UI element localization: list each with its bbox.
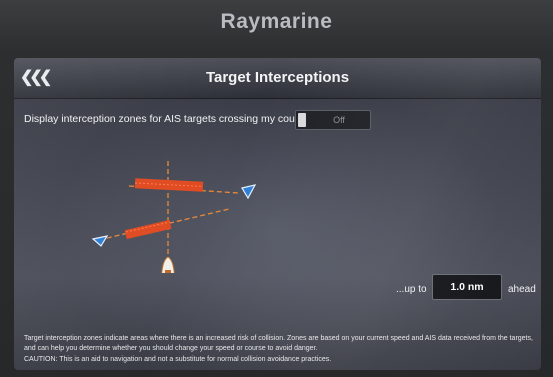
info-text: Target interception zones indicate areas…: [24, 335, 533, 352]
toggle-state: Off: [333, 115, 345, 125]
range-prefix-label: ...up to: [396, 284, 427, 295]
title-bar: ❮❮❮ Target Interceptions: [14, 58, 541, 99]
page-title: Target Interceptions: [205, 69, 350, 86]
ais-target-icon: [91, 235, 109, 247]
interception-zones-label: Display interception zones for AIS targe…: [24, 113, 310, 125]
range-value-input[interactable]: 1.0 nm: [432, 274, 502, 300]
interception-diagram: [91, 161, 257, 273]
toggle-knob: [298, 113, 306, 127]
display-screen: ❮❮❮ Target Interceptions Display interce…: [14, 58, 541, 370]
interception-zone: [134, 178, 204, 192]
brand-logo: Raymarine: [220, 10, 333, 33]
own-vessel-icon: [161, 256, 175, 273]
ais-target-icon: [241, 184, 257, 200]
interception-zones-toggle[interactable]: Off: [295, 110, 371, 130]
interception-zone: [124, 219, 172, 240]
caution-text: CAUTION: This is an aid to navigation an…: [24, 356, 332, 363]
range-suffix-label: ahead: [508, 284, 536, 295]
